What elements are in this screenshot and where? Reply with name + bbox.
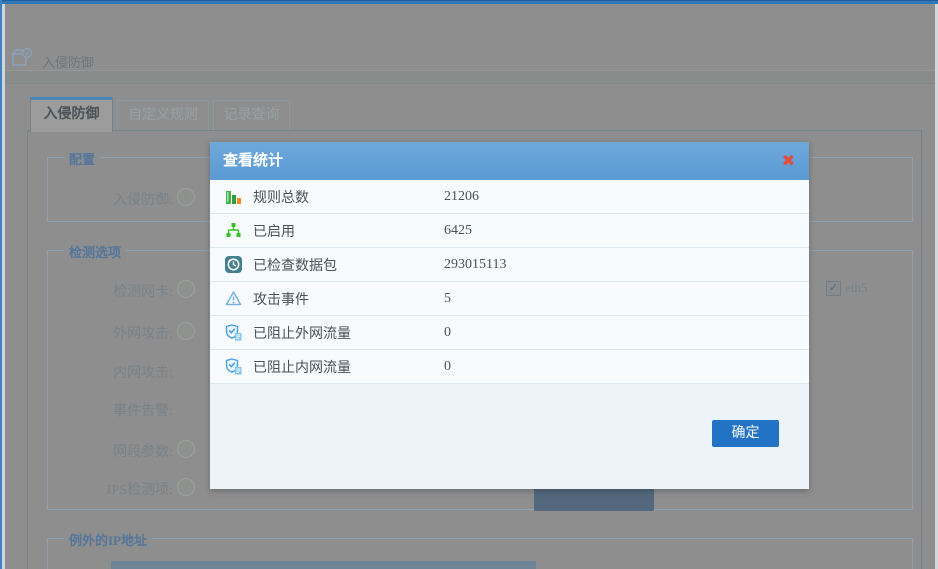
close-icon[interactable]: ✖ [782, 151, 795, 171]
stat-label: 已检查数据包 [253, 255, 337, 275]
module-box-check-icon [10, 46, 34, 70]
screen: 入侵防御 入侵防御 自定义规则 记录查询 配置 检测选项 例外的IP地址 入侵防… [0, 0, 938, 569]
shield-check-icon [224, 323, 243, 342]
fieldset-config-legend: 配置 [64, 149, 100, 168]
history-icon [224, 255, 243, 274]
checkbox-eth5-label: eth5 [845, 280, 867, 296]
chart-bars-icon [224, 187, 243, 206]
fieldset-exception-legend: 例外的IP地址 [64, 530, 152, 549]
field-label-ips-detect-items: IPS检测项: [43, 479, 173, 499]
help-icon[interactable]: ? [177, 478, 195, 496]
warning-triangle-icon [224, 289, 243, 308]
view-statistics-dialog: 查看统计 ✖ 规则总数 21206 [210, 142, 809, 489]
field-label-event-alert: 事件告警: [43, 400, 173, 420]
tab-intrusion-prevention[interactable]: 入侵防御 [30, 97, 113, 132]
stat-label: 已启用 [253, 221, 295, 241]
stat-row-checked-packets: 已检查数据包 293015113 [210, 248, 809, 282]
stat-value: 0 [444, 359, 451, 375]
stat-label: 已阻止内网流量 [253, 357, 351, 377]
stat-value: 0 [444, 325, 451, 341]
stat-label: 规则总数 [253, 187, 309, 207]
stat-value: 6425 [444, 223, 472, 239]
stat-row-total-rules: 规则总数 21206 [210, 180, 809, 214]
dialog-title: 查看统计 [223, 142, 283, 180]
field-label-subnet-params: 网段参数: [43, 441, 173, 461]
stat-label: 已阻止外网流量 [253, 323, 351, 343]
stat-value: 5 [444, 291, 451, 307]
breadcrumb: 入侵防御 [42, 52, 94, 71]
stat-row-blocked-lan-traffic: 已阻止内网流量 0 [210, 350, 809, 384]
tab-custom-rules[interactable]: 自定义规则 [117, 100, 209, 130]
stat-row-attack-events: 攻击事件 5 [210, 282, 809, 316]
stat-value: 293015113 [444, 257, 506, 273]
stat-value: 21206 [444, 189, 479, 205]
tree-icon [224, 221, 243, 240]
left-gutter [2, 4, 5, 569]
toolbar-band [5, 70, 935, 84]
checkbox-checked-icon[interactable]: ✓ [826, 281, 841, 296]
help-icon[interactable]: ? [177, 440, 195, 458]
checkbox-eth5[interactable]: ✓ eth5 [826, 280, 867, 296]
stat-row-blocked-wan-traffic: 已阻止外网流量 0 [210, 316, 809, 350]
field-label-lan-attack: 内网攻击: [43, 362, 173, 382]
left-accent-line [0, 0, 2, 569]
field-label-intrusion-prevention: 入侵防御: [43, 189, 173, 209]
field-label-wan-attack: 外网攻击: [43, 323, 173, 343]
exception-table-header-bar [111, 561, 536, 569]
fieldset-detect-legend: 检测选项 [64, 242, 126, 261]
stat-label: 攻击事件 [253, 289, 309, 309]
tab-record-query[interactable]: 记录查询 [213, 100, 290, 130]
dialog-titlebar: 查看统计 ✖ [210, 142, 809, 180]
help-icon[interactable]: ? [177, 188, 195, 206]
top-accent-bar [0, 0, 938, 4]
field-label-detect-nic: 检测网卡: [43, 281, 173, 301]
ok-button[interactable]: 确定 [712, 420, 779, 447]
statistics-list: 规则总数 21206 已启用 6425 [210, 180, 809, 384]
help-icon[interactable]: ? [177, 280, 195, 298]
stat-row-enabled: 已启用 6425 [210, 214, 809, 248]
help-icon[interactable]: ? [177, 322, 195, 340]
shield-check-icon [224, 357, 243, 376]
